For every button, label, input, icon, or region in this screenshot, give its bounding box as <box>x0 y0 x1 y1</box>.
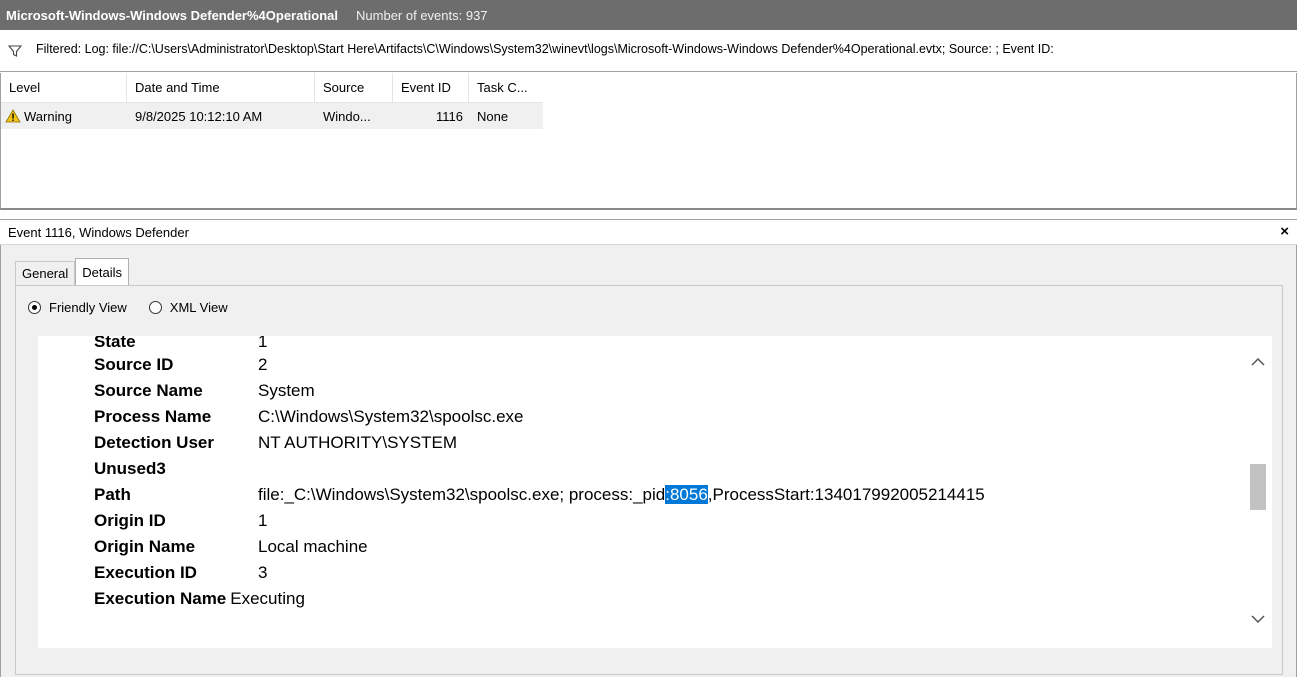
event-detail-header: Event 1116, Windows Defender × <box>0 219 1297 245</box>
property-name: Source Name <box>94 381 203 400</box>
scroll-down-icon[interactable] <box>1244 608 1272 630</box>
property-row: Origin Name Local machine <box>94 534 985 560</box>
property-value[interactable]: System <box>258 381 315 401</box>
property-row: Execution Name Executing <box>94 586 985 612</box>
property-name: Execution ID <box>94 563 197 582</box>
column-header-source[interactable]: Source <box>315 73 393 103</box>
radio-selected-indicator <box>28 301 41 314</box>
detail-tabs: General Details <box>15 257 129 286</box>
property-row: Origin ID 1 <box>94 508 985 534</box>
property-value[interactable]: 1 <box>258 336 267 352</box>
property-value[interactable]: 1 <box>258 511 267 531</box>
tab-general[interactable]: General <box>15 261 76 285</box>
column-header-task-category[interactable]: Task C... <box>469 73 543 103</box>
event-list-header: Level Date and Time Source Event ID Task… <box>1 73 543 103</box>
friendly-view-content: State 1 Source ID 2 Source Name System P… <box>38 336 1272 648</box>
property-name: Source ID <box>94 355 174 374</box>
event-row[interactable]: Warning 9/8/2025 10:12:10 AM Windo... 11… <box>1 103 543 129</box>
event-task-category: None <box>477 108 509 124</box>
property-name: Origin ID <box>94 511 166 530</box>
friendly-view-label: Friendly View <box>49 300 127 315</box>
property-name: Unused3 <box>94 459 166 478</box>
event-count: Number of events: 937 <box>356 7 488 23</box>
event-detail-body: General Details Friendly View XML View S… <box>0 245 1297 677</box>
event-level-cell: Warning <box>1 109 127 124</box>
log-name: Microsoft-Windows-Windows Defender%4Oper… <box>6 7 339 23</box>
property-name: Process Name <box>94 407 212 426</box>
selected-text[interactable]: :8056 <box>665 485 708 504</box>
property-name: State <box>94 336 136 351</box>
path-value-end: ,ProcessStart:134017992005214415 <box>707 485 985 504</box>
xml-view-radio[interactable]: XML View <box>148 300 228 315</box>
property-row: Unused3 <box>94 456 985 482</box>
property-row: State 1 <box>94 336 985 352</box>
filter-funnel-icon <box>8 45 22 57</box>
column-header-date-time[interactable]: Date and Time <box>127 73 315 103</box>
event-id: 1116 <box>436 108 463 124</box>
property-name: Origin Name <box>94 537 196 556</box>
friendly-view-radio[interactable]: Friendly View <box>28 300 127 315</box>
event-properties: State 1 Source ID 2 Source Name System P… <box>94 336 985 612</box>
event-list-pane: Level Date and Time Source Event ID Task… <box>0 73 1297 210</box>
log-title-bar: Microsoft-Windows-Windows Defender%4Oper… <box>0 0 1297 30</box>
event-date-time: 9/8/2025 10:12:10 AM <box>135 108 263 124</box>
radio-unselected-indicator <box>148 301 162 314</box>
details-tab-panel: Friendly View XML View State 1 Source ID… <box>15 285 1283 675</box>
event-level: Warning <box>24 108 72 124</box>
column-header-event-id[interactable]: Event ID <box>393 73 469 103</box>
view-options: Friendly View XML View <box>28 300 250 315</box>
property-row: Detection User NT AUTHORITY\SYSTEM <box>94 430 985 456</box>
event-source: Windo... <box>323 108 371 124</box>
property-row: Execution ID 3 <box>94 560 985 586</box>
path-value-start: file:_C:\Windows\System32\spoolsc.exe; p… <box>258 485 666 504</box>
xml-view-label: XML View <box>169 300 228 315</box>
property-row: Source Name System <box>94 378 985 404</box>
property-value[interactable]: C:\Windows\System32\spoolsc.exe <box>258 407 524 427</box>
property-value[interactable]: NT AUTHORITY\SYSTEM <box>258 433 457 453</box>
vertical-scrollbar[interactable] <box>1244 336 1272 648</box>
filter-description: Filtered: Log: file://C:\Users\Administr… <box>36 42 1054 56</box>
property-value[interactable]: Local machine <box>258 537 368 557</box>
property-row: Path file:_C:\Windows\System32\spoolsc.e… <box>94 482 985 508</box>
close-icon[interactable]: × <box>1280 223 1289 240</box>
filter-bar: Filtered: Log: file://C:\Users\Administr… <box>0 30 1297 72</box>
property-row: Source ID 2 <box>94 352 985 378</box>
property-value[interactable]: 3 <box>258 563 267 583</box>
scroll-up-icon[interactable] <box>1244 350 1272 372</box>
warning-icon <box>5 109 21 123</box>
column-header-level[interactable]: Level <box>1 73 127 103</box>
property-row: Process Name C:\Windows\System32\spoolsc… <box>94 404 985 430</box>
property-value[interactable]: 2 <box>258 355 267 375</box>
property-name: Execution Name <box>94 589 227 608</box>
property-value[interactable]: Executing <box>230 589 305 609</box>
property-name: Path <box>94 485 131 504</box>
event-viewer-window: Microsoft-Windows-Windows Defender%4Oper… <box>0 0 1297 677</box>
tab-details[interactable]: Details <box>75 258 129 286</box>
property-value-path[interactable]: file:_C:\Windows\System32\spoolsc.exe; p… <box>258 485 985 505</box>
property-name: Detection User <box>94 433 214 452</box>
scrollbar-thumb[interactable] <box>1250 464 1266 510</box>
event-detail-title: Event 1116, Windows Defender <box>8 224 189 240</box>
